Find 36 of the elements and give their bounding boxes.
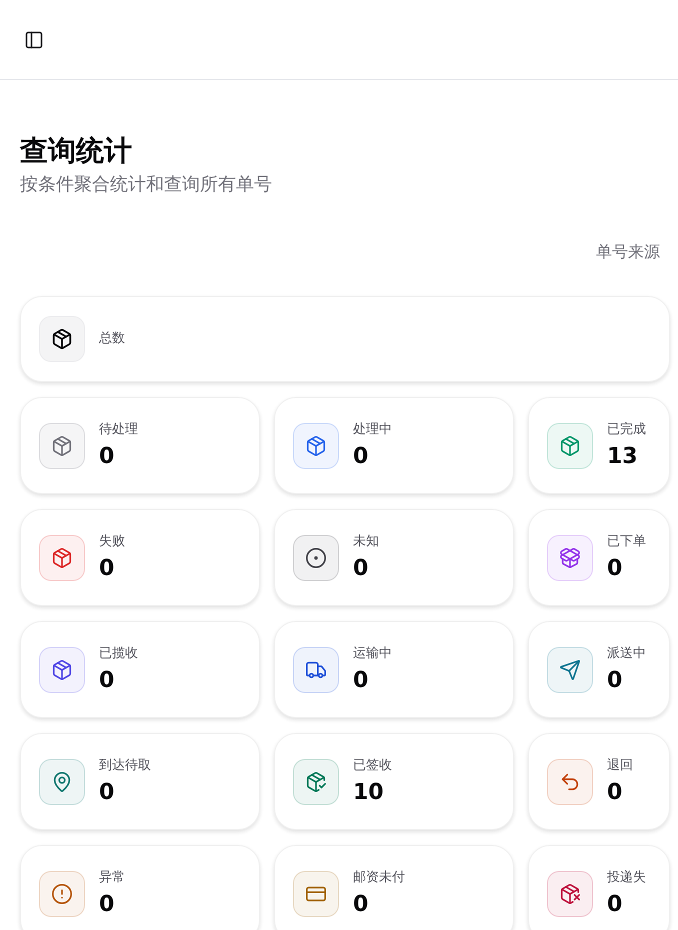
stat-value: 0 (99, 890, 116, 918)
stat-value: 13 (607, 442, 639, 470)
page-subtitle: 按条件聚合统计和查询所有单号 (20, 173, 273, 197)
stat-label: 未知 (353, 532, 379, 550)
stat-label: 邮资未付 (353, 868, 405, 886)
stat-label: 失败 (99, 532, 125, 550)
stat-label: 总数 (99, 330, 125, 348)
stat-label: 已下单 (607, 532, 646, 550)
stat-value: 0 (99, 554, 116, 582)
stat-label: 到达待取 (99, 756, 151, 774)
package-icon (39, 316, 85, 362)
stat-label: 退回 (607, 756, 633, 774)
stat-value: 0 (99, 778, 116, 806)
stat-value: 0 (99, 666, 116, 694)
stat-value: 0 (607, 890, 624, 918)
stat-value: 0 (353, 666, 370, 694)
stat-value: 0 (607, 666, 624, 694)
filter-label: 单号来源 (596, 241, 660, 263)
stat-label: 已签收 (353, 756, 392, 774)
stat-label: 已完成 (607, 420, 646, 438)
stat-label: 处理中 (353, 420, 392, 438)
stat-value: 0 (353, 890, 370, 918)
stat-label: 派送中 (607, 644, 646, 662)
stat-value: 0 (353, 554, 370, 582)
stat-label: 投递失 (607, 868, 646, 886)
stat-label: 已揽收 (99, 644, 138, 662)
stat-value: 0 (99, 442, 116, 470)
stat-value: 0 (353, 442, 370, 470)
page-title: 查询统计 (20, 133, 133, 169)
stat-value: 10 (353, 778, 385, 806)
stat-value: 0 (607, 554, 624, 582)
stat-value: 0 (607, 778, 624, 806)
sidebar-toggle-icon[interactable] (24, 30, 44, 50)
stat-label: 运输中 (353, 644, 392, 662)
stat-label: 待处理 (99, 420, 138, 438)
stat-label: 异常 (99, 868, 125, 886)
